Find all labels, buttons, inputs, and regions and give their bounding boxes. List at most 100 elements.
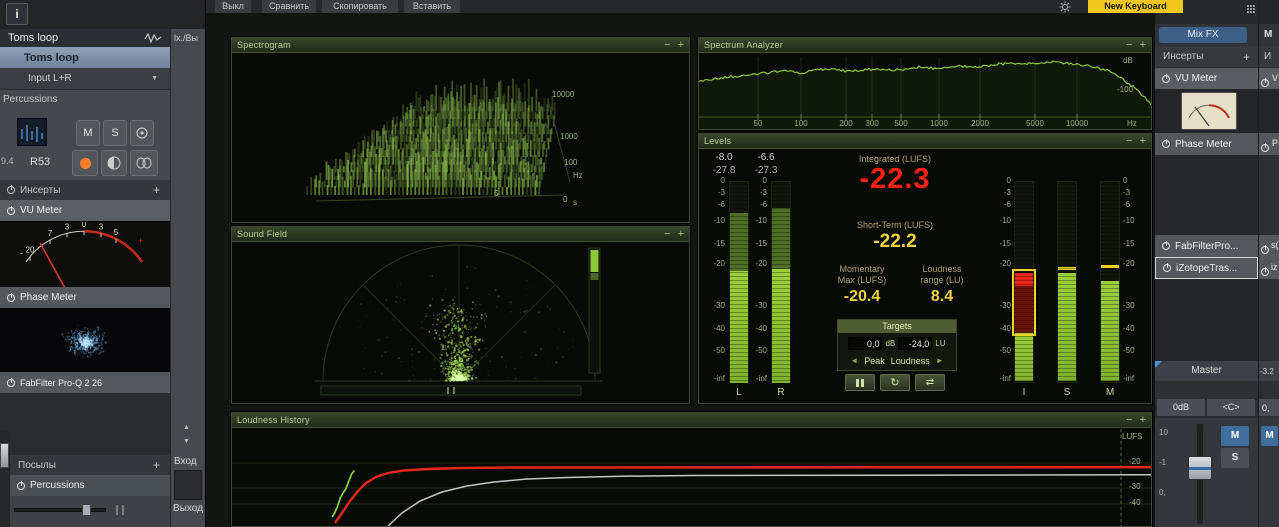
gain-readout[interactable]: 0dB [1157,399,1205,416]
power-icon[interactable] [1261,144,1269,152]
interleave-button[interactable] [130,150,158,176]
insert-vu-meter[interactable]: VU Meter [0,200,170,221]
sliver-insert[interactable]: s( [1259,235,1279,257]
freq-tick-label: 1000 [560,132,578,141]
mute-button[interactable]: M [1221,426,1249,446]
selector-prev-icon[interactable]: ◄ [850,356,858,365]
collapse-icon[interactable]: − [664,39,670,52]
power-icon[interactable] [1162,75,1170,83]
io-column-header [171,0,206,29]
insert-fabfilter[interactable]: FabFilter Pro-Q 2 26 [0,372,170,393]
target-loudness-field[interactable]: -24,0 [898,337,932,350]
loop-button[interactable]: ⇄ [915,374,945,391]
preset-selector[interactable]: New Keyboard [1088,0,1183,13]
momentary-max-label: Momentary Max (LUFS) [819,264,905,286]
pause-button[interactable] [845,374,875,391]
insert-fabfilter[interactable]: FabFilterPro... [1155,235,1258,257]
input-selector[interactable]: Input L+R ▼ [0,68,170,90]
target-range-bracket [1012,269,1036,336]
panel-title: Levels [704,136,731,146]
waveform-icon[interactable] [144,32,162,44]
channel-label: R [771,387,791,398]
sliver-insert[interactable]: iz [1259,257,1279,279]
send-slider-track[interactable] [14,508,106,512]
power-icon[interactable] [1163,264,1171,272]
track-name-field[interactable]: Toms loop [0,47,170,68]
pan-readout[interactable]: <C> [1207,399,1255,416]
power-icon[interactable] [17,482,25,490]
menu-dots-icon[interactable] [1247,5,1249,7]
expand-icon[interactable]: + [678,228,684,241]
db-unit: dB [885,339,895,348]
svg-text:+: + [138,236,143,246]
power-icon[interactable] [7,379,15,387]
power-icon[interactable] [7,207,15,215]
send-slider-handle[interactable] [82,504,91,516]
insert-vu-meter[interactable]: VU Meter [1155,68,1258,89]
mute-button[interactable]: M [76,120,100,146]
freq-tick-label: 5000 [1022,119,1048,128]
sliver-insert[interactable]: V [1259,68,1279,89]
freq-tick-label: 100 [564,158,577,167]
power-icon[interactable] [1162,242,1170,250]
input-echo-button[interactable] [130,120,154,146]
meter-scale: 0-3-6-10-15-20-30-40-50-inf [1123,150,1149,403]
power-icon[interactable] [1261,268,1269,276]
expand-icon[interactable]: + [678,39,684,52]
bypass-button[interactable]: Выкл [215,0,251,13]
collapse-icon[interactable]: − [664,228,670,241]
scroll-up-icon[interactable]: ▲ [183,424,190,431]
insert-izotope-selected[interactable]: iZotopeTras... [1155,257,1258,279]
history-panel: Loudness History −+ LUFS -20-30-40 [231,412,1152,527]
reset-button[interactable]: ↻ [880,374,910,391]
inserts-header-label: Инсерты [1163,51,1203,62]
power-icon[interactable] [1261,246,1269,254]
compare-button[interactable]: Сравнить [262,0,316,13]
scroll-down-icon[interactable]: ▼ [183,438,190,445]
selector-peak[interactable]: Peak [864,356,885,366]
solo-button[interactable]: S [1221,448,1249,468]
insert-label: VU Meter [20,205,62,216]
collapse-icon[interactable]: − [1126,39,1132,52]
insert-phase-meter[interactable]: Phase Meter [0,287,170,308]
collapse-icon[interactable]: − [1126,135,1132,148]
input-section-label: Вход [174,456,197,467]
gear-icon[interactable] [1059,1,1071,13]
echo-icon [134,125,150,141]
solo-button[interactable]: S [103,120,127,146]
power-icon[interactable] [7,186,15,194]
power-icon[interactable] [7,294,15,302]
svg-text:7: 7 [48,229,53,238]
mixfx-button[interactable]: Mix FX [1159,27,1247,43]
expand-icon[interactable]: + [1140,39,1146,52]
add-insert-button[interactable]: + [153,183,160,197]
target-peak-field[interactable]: 0,0 [848,337,882,350]
selector-next-icon[interactable]: ► [936,356,944,365]
expand-icon[interactable]: + [1140,135,1146,148]
add-send-button[interactable]: + [153,458,160,472]
sliver-insert[interactable]: P [1259,133,1279,155]
collapse-icon[interactable]: − [1126,414,1132,427]
power-icon[interactable] [1162,140,1170,148]
pan-button[interactable] [101,150,127,176]
track-thumbnail[interactable] [17,118,47,146]
svg-text:3: 3 [99,222,104,231]
insert-phase-meter[interactable]: Phase Meter [1155,133,1258,155]
fader-handle[interactable] [1188,456,1212,480]
record-arm-button[interactable] [72,150,98,176]
selector-loudness[interactable]: Loudness [891,356,930,366]
inserts-empty-area [0,393,170,455]
edge-fader-handle[interactable] [0,443,9,468]
send-output-icon[interactable] [114,504,128,516]
send-item[interactable]: Percussions [10,475,170,496]
lufs-tick-label: -40 [1129,498,1141,507]
info-button[interactable]: i [6,3,28,25]
master-label-row[interactable]: Master [1155,361,1258,381]
paste-button[interactable]: Вставить [404,0,460,13]
power-icon[interactable] [1261,79,1269,87]
mute-button[interactable]: M [1261,426,1278,446]
expand-icon[interactable]: + [1140,414,1146,427]
add-insert-button[interactable]: + [1243,50,1250,64]
freq-tick-label: 1000 [926,119,952,128]
copy-button[interactable]: Скопировать [322,0,398,13]
